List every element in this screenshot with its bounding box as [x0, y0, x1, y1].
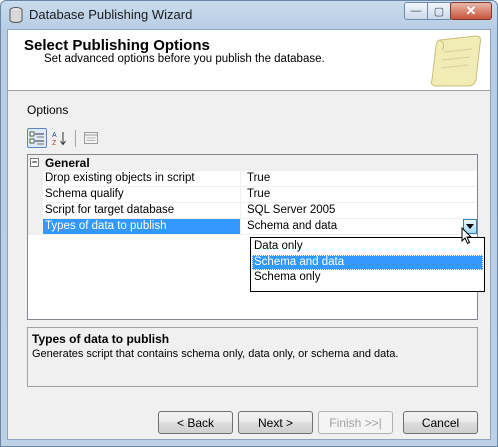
maximize-icon: ▢	[433, 5, 445, 18]
minimize-icon: —	[410, 5, 422, 17]
finish-button[interactable]: Finish >>|	[318, 411, 393, 434]
property-value[interactable]: Schema and data	[247, 219, 475, 234]
property-pages-icon	[84, 132, 98, 144]
row-gutter	[28, 203, 43, 219]
alphabetical-button[interactable]: A Z	[50, 128, 70, 148]
database-icon	[9, 7, 23, 23]
back-button[interactable]: < Back	[158, 411, 233, 434]
close-icon: ✕	[465, 3, 477, 18]
dropdown-option-schema-and-data[interactable]: Schema and data	[252, 255, 483, 270]
property-pages-button[interactable]	[81, 128, 101, 148]
minimize-button[interactable]: —	[404, 2, 428, 20]
mouse-cursor-icon	[461, 227, 473, 245]
property-name: Schema qualify	[43, 187, 241, 202]
wizard-body: Select Publishing Options Set advanced o…	[7, 29, 491, 440]
dropdown-list[interactable]: Data only Schema and data Schema only	[250, 237, 485, 292]
row-gutter	[28, 171, 43, 187]
page-title: Select Publishing Options	[24, 37, 210, 54]
page-subtitle: Set advanced options before you publish …	[44, 53, 325, 65]
close-button[interactable]: ✕	[450, 2, 492, 20]
window-title: Database Publishing Wizard	[29, 7, 193, 22]
svg-text:A: A	[52, 132, 57, 139]
scroll-icon	[431, 35, 481, 87]
wizard-header: Select Publishing Options Set advanced o…	[8, 30, 490, 91]
alphabetical-icon: A Z	[52, 132, 66, 146]
property-value[interactable]: True	[247, 187, 475, 202]
categorized-icon	[29, 131, 44, 145]
property-row[interactable]: Schema qualify True	[28, 187, 477, 203]
property-row-selected[interactable]: Types of data to publish Schema and data	[28, 219, 477, 235]
row-gutter	[28, 219, 43, 235]
cancel-button[interactable]: Cancel	[403, 411, 478, 434]
dropdown-option-data-only[interactable]: Data only	[252, 239, 483, 254]
categorized-button[interactable]	[27, 128, 47, 148]
category-general[interactable]: − General	[28, 155, 477, 171]
description-panel: Types of data to publish Generates scrip…	[27, 327, 478, 387]
next-button[interactable]: Next >	[238, 411, 313, 434]
dropdown-option-schema-only[interactable]: Schema only	[252, 270, 483, 285]
description-text: Generates script that contains schema on…	[32, 348, 399, 360]
svg-text:Z: Z	[52, 140, 57, 146]
property-row[interactable]: Script for target database SQL Server 20…	[28, 203, 477, 219]
category-label: General	[45, 156, 90, 170]
property-name: Script for target database	[43, 203, 241, 218]
property-value[interactable]: SQL Server 2005	[247, 203, 475, 218]
property-name: Drop existing objects in script	[43, 171, 241, 186]
description-title: Types of data to publish	[32, 332, 170, 346]
property-row[interactable]: Drop existing objects in script True	[28, 171, 477, 187]
maximize-button[interactable]: ▢	[427, 2, 451, 20]
toolbar-separator	[75, 130, 76, 147]
row-gutter	[28, 187, 43, 203]
wizard-window: Database Publishing Wizard — ▢ ✕ Select …	[0, 0, 498, 447]
options-label: Options	[27, 103, 69, 117]
property-grid[interactable]: − General Drop existing objects in scrip…	[27, 154, 485, 320]
collapse-icon[interactable]: −	[30, 158, 39, 167]
property-value[interactable]: True	[247, 171, 475, 186]
property-name: Types of data to publish	[43, 219, 241, 234]
title-bar[interactable]: Database Publishing Wizard — ▢ ✕	[1, 1, 497, 29]
